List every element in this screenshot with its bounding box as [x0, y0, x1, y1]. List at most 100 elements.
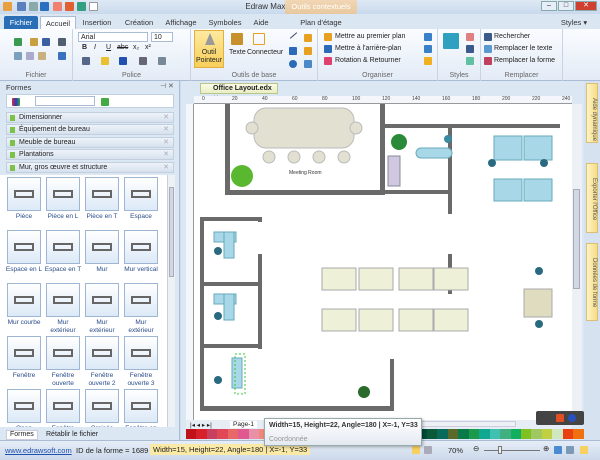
shadow-icon[interactable]	[466, 57, 474, 65]
color-swatch[interactable]	[217, 429, 228, 439]
format-painter-icon[interactable]	[58, 52, 66, 60]
shape-item[interactable]: Pièce	[5, 177, 43, 221]
website-link[interactable]: www.edrawsoft.com	[5, 446, 72, 455]
shape-item[interactable]: Fenêtre ouverte	[44, 336, 82, 388]
rectangle-icon[interactable]	[289, 47, 297, 55]
shape-item[interactable]: Espace en T	[44, 230, 82, 274]
tab-symboles[interactable]: Symboles	[205, 16, 245, 29]
canvas-vertical-scrollbar[interactable]	[572, 104, 582, 420]
shape-item[interactable]: Fenêtre	[44, 389, 82, 427]
print-icon[interactable]	[58, 38, 66, 46]
color-swatch[interactable]	[426, 429, 438, 439]
full-screen-icon[interactable]	[580, 446, 588, 454]
color-swatch[interactable]	[541, 429, 553, 439]
color-swatch[interactable]	[500, 429, 511, 439]
color-swatch[interactable]	[447, 429, 459, 439]
shape-item[interactable]: Open	[5, 389, 43, 427]
shape-item[interactable]: Mur extérieur	[44, 283, 82, 335]
tab-insertion[interactable]: Insertion	[78, 16, 116, 29]
color-swatch[interactable]	[510, 429, 521, 439]
superscript-button[interactable]: x²	[145, 44, 151, 51]
shapes-scrollbar[interactable]	[167, 175, 175, 427]
shape-item[interactable]: Mur courbe	[5, 283, 43, 327]
color-swatch[interactable]	[437, 429, 448, 439]
line-style-icon[interactable]	[466, 45, 474, 53]
zoom-in-icon[interactable]: ⊕	[543, 444, 549, 453]
minimize-button[interactable]: –	[541, 1, 557, 11]
view-web-icon[interactable]	[424, 446, 432, 454]
page-tab[interactable]: Page-1	[230, 421, 257, 428]
zoom-out-icon[interactable]: ⊖	[473, 444, 479, 453]
tab-creation[interactable]: Création	[120, 16, 158, 29]
shape-item[interactable]: Mur extérieur	[122, 283, 160, 335]
connector-tool-button[interactable]: Connecteur	[247, 49, 283, 56]
color-swatch[interactable]	[562, 429, 574, 439]
maximize-button[interactable]: □	[558, 1, 574, 11]
close-button[interactable]: ✕	[575, 1, 597, 11]
color-swatch[interactable]	[227, 429, 239, 439]
align-icon[interactable]	[139, 57, 147, 65]
arrow-icon[interactable]	[304, 34, 312, 42]
font-name-select[interactable]: Arial	[78, 32, 148, 42]
color-swatch[interactable]	[479, 429, 490, 439]
go-icon[interactable]	[101, 98, 109, 106]
tab-donnees-forme[interactable]: Données de forme	[586, 243, 598, 321]
styles-menu[interactable]: Styles ▾	[554, 16, 594, 29]
category-plantations[interactable]: Plantations ✕	[6, 149, 174, 160]
color-swatch[interactable]	[468, 429, 480, 439]
shape-item[interactable]: Fenêtre ouverte 3	[122, 336, 160, 388]
help-icon[interactable]	[568, 414, 576, 422]
bring-front-button[interactable]: Mettre au premier plan	[335, 33, 405, 40]
replace-text-button[interactable]: Remplacer le texte	[494, 45, 552, 52]
shape-item[interactable]: Espace en L	[5, 230, 43, 274]
color-swatch[interactable]	[248, 429, 260, 439]
tab-retablir[interactable]: Rétablir le fichier	[46, 431, 98, 438]
category-meuble[interactable]: Meuble de bureau ✕	[6, 137, 174, 148]
cross-icon[interactable]	[304, 47, 312, 55]
color-swatch[interactable]	[238, 429, 249, 439]
color-swatch[interactable]	[552, 429, 563, 439]
subscript-button[interactable]: x₂	[133, 44, 139, 51]
shape-item[interactable]: Mur extérieur	[83, 283, 121, 335]
s-icon[interactable]	[556, 414, 564, 422]
send-back-button[interactable]: Mettre à l'arrière-plan	[335, 45, 401, 52]
color-swatch[interactable]	[521, 429, 532, 439]
shape-item[interactable]: Fenêtre ouverte 2	[83, 336, 121, 388]
shape-item[interactable]: Croisée	[83, 389, 121, 427]
underline-button[interactable]: U	[106, 44, 111, 51]
cut-icon[interactable]	[14, 52, 22, 60]
zoom-slider[interactable]	[484, 446, 540, 454]
italic-button[interactable]: I	[94, 44, 96, 51]
color-swatch[interactable]	[186, 429, 197, 439]
shape-item[interactable]: Mur	[83, 230, 121, 274]
font-color-icon[interactable]	[119, 57, 127, 65]
line-icon[interactable]	[289, 32, 298, 39]
shape-item[interactable]: Fenêtre en	[122, 389, 160, 427]
shape-item[interactable]: Fenêtre	[5, 336, 43, 380]
align-objects-icon[interactable]	[424, 45, 432, 53]
highlight-icon[interactable]	[101, 57, 109, 65]
replace-shape-button[interactable]: Remplacer la forme	[494, 57, 555, 64]
category-mur[interactable]: Mur, gros œuvre et structure ✕	[6, 162, 174, 173]
fit-width-icon[interactable]	[566, 446, 574, 454]
tab-fichier[interactable]: Fichier	[4, 16, 38, 29]
fit-page-icon[interactable]	[554, 446, 562, 454]
ellipse-icon[interactable]	[289, 60, 297, 68]
view-normal-icon[interactable]	[412, 446, 420, 454]
line-spacing-icon[interactable]	[82, 57, 90, 65]
tab-plan-etage[interactable]: Plan d'étage	[285, 16, 357, 29]
new-icon[interactable]	[14, 38, 22, 46]
color-swatch[interactable]	[458, 429, 469, 439]
strikethrough-button[interactable]: abc	[117, 44, 128, 51]
shape-item[interactable]: Mur vertical	[122, 230, 160, 274]
tab-accueil[interactable]: Accueil	[40, 16, 76, 29]
tab-formes[interactable]: Formes	[6, 430, 38, 440]
open-icon[interactable]	[30, 38, 38, 46]
fill-icon[interactable]	[466, 33, 474, 41]
pin-icon[interactable]: ⊣ ✕	[160, 82, 174, 90]
tab-exporter-office[interactable]: Exporter l'Office	[586, 163, 598, 233]
styles-gallery-icon[interactable]	[443, 33, 459, 49]
drawing-canvas[interactable]: Meeting Room	[194, 104, 572, 420]
tab-aide-dynamique[interactable]: Aide dynamique	[586, 83, 598, 143]
tab-aide[interactable]: Aide	[248, 16, 274, 29]
